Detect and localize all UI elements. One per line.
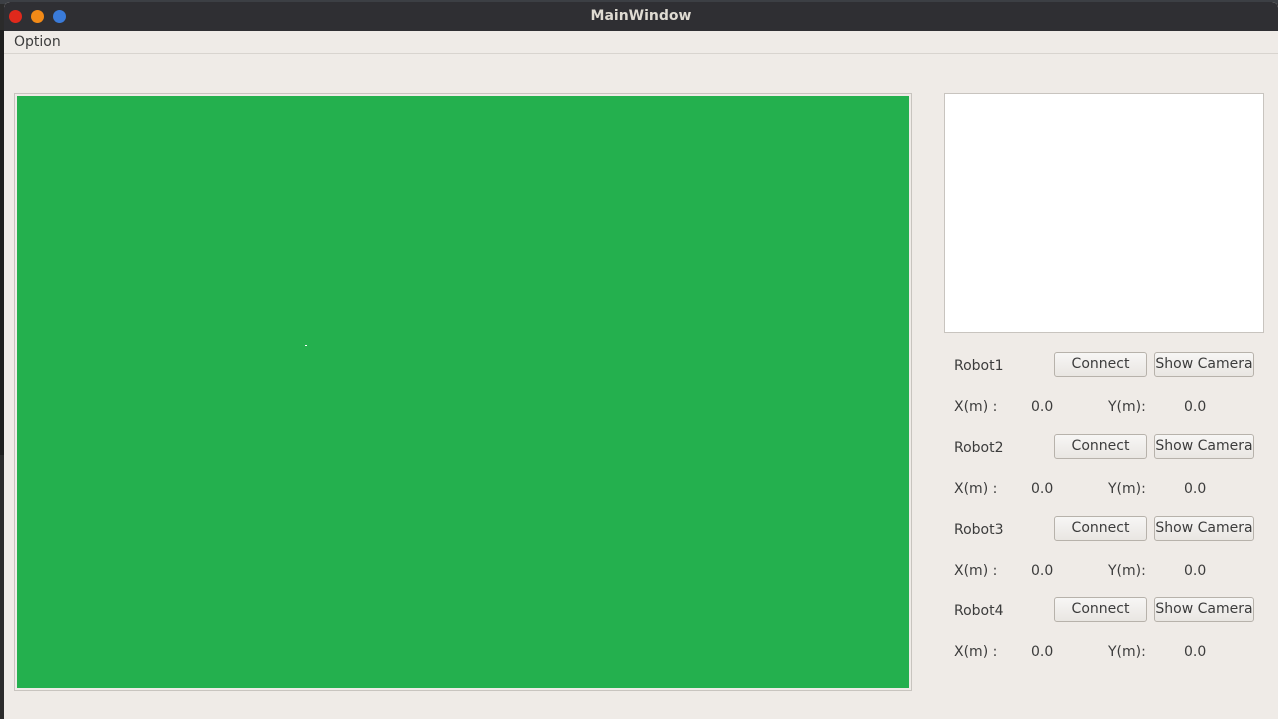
title-bar[interactable]: MainWindow (4, 2, 1278, 31)
robot1-x-value: 0.0 (1031, 399, 1054, 415)
robot1-show-camera-button[interactable]: Show Camera (1154, 352, 1254, 377)
robot-marker (305, 345, 307, 346)
main-window: MainWindow Option Robot1 Connect Show Ca… (4, 2, 1278, 719)
robot4-show-camera-button[interactable]: Show Camera (1154, 597, 1254, 622)
robot1-x-label: X(m) : (954, 399, 998, 415)
robot1-y-value: 0.0 (1184, 399, 1207, 415)
robot1-connect-button[interactable]: Connect (1054, 352, 1147, 377)
robot2-y-label: Y(m): (1108, 481, 1146, 497)
robot2-show-camera-button[interactable]: Show Camera (1154, 434, 1254, 459)
robot3-connect-button[interactable]: Connect (1054, 516, 1147, 541)
robot3-x-value: 0.0 (1031, 563, 1054, 579)
robot3-y-label: Y(m): (1108, 563, 1146, 579)
robot2-x-label: X(m) : (954, 481, 998, 497)
green-field-canvas[interactable] (17, 96, 909, 688)
robot4-y-value: 0.0 (1184, 644, 1207, 660)
robot2-x-value: 0.0 (1031, 481, 1054, 497)
window-title: MainWindow (590, 8, 692, 24)
robot2-connect-button[interactable]: Connect (1054, 434, 1147, 459)
menu-option[interactable]: Option (14, 33, 61, 51)
robot2-y-value: 0.0 (1184, 481, 1207, 497)
robot3-y-value: 0.0 (1184, 563, 1207, 579)
robot4-connect-button[interactable]: Connect (1054, 597, 1147, 622)
robot4-y-label: Y(m): (1108, 644, 1146, 660)
map-view[interactable] (14, 93, 912, 691)
robot4-label: Robot4 (954, 603, 1004, 619)
robot3-show-camera-button[interactable]: Show Camera (1154, 516, 1254, 541)
robot2-label: Robot2 (954, 440, 1004, 456)
menu-bar: Option (4, 31, 1278, 54)
robot4-x-label: X(m) : (954, 644, 998, 660)
robot4-x-value: 0.0 (1031, 644, 1054, 660)
robot3-x-label: X(m) : (954, 563, 998, 579)
camera-view (944, 93, 1264, 333)
robot1-label: Robot1 (954, 358, 1004, 374)
robot3-label: Robot3 (954, 522, 1004, 538)
robot1-y-label: Y(m): (1108, 399, 1146, 415)
